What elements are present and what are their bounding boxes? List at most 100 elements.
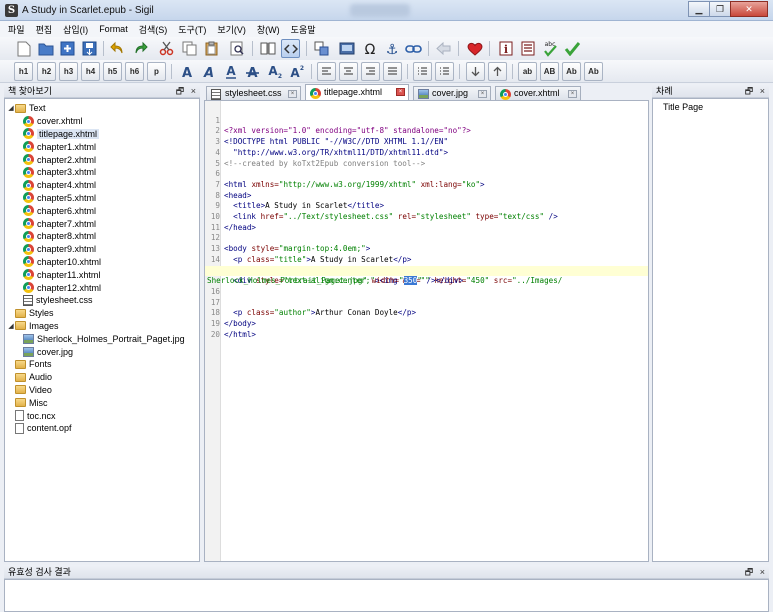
subscript-button[interactable]: A2 [265, 62, 284, 81]
tree-file[interactable]: chapter2.xhtml [5, 153, 199, 166]
new-file-button[interactable] [14, 39, 33, 58]
tree-file[interactable]: stylesheet.css [5, 294, 199, 307]
heading-3-button[interactable]: h3 [59, 62, 78, 81]
heading-5-button[interactable]: h5 [103, 62, 122, 81]
tree-file[interactable]: titlepage.xhtml [5, 128, 199, 141]
tree-file[interactable]: content.opf [5, 422, 199, 435]
tree-file[interactable]: chapter5.xhtml [5, 192, 199, 205]
tree-folder-video[interactable]: Video [5, 384, 199, 397]
tab-stylesheet-css[interactable]: stylesheet.css × [206, 86, 301, 100]
tree-file[interactable]: chapter6.xhtml [5, 204, 199, 217]
save-button[interactable] [80, 39, 99, 58]
tree-folder-text[interactable]: ◢ Text [5, 102, 199, 115]
tab-titlepage-xhtml[interactable]: titlepage.xhtml × [305, 84, 409, 100]
capitalize-button[interactable]: Ab [584, 62, 603, 81]
heading-1-button[interactable]: h1 [14, 62, 33, 81]
tree-file[interactable]: chapter10.xhtml [5, 256, 199, 269]
align-left-button[interactable] [317, 62, 336, 81]
underline-button[interactable]: A [221, 62, 240, 81]
tree-folder-audio[interactable]: Audio [5, 371, 199, 384]
align-center-button[interactable] [339, 62, 358, 81]
tree-file[interactable]: chapter8.xhtml [5, 230, 199, 243]
titlecase-button[interactable]: Ab [562, 62, 581, 81]
insert-special-char-button[interactable]: Ω [360, 39, 379, 58]
tab-cover-xhtml[interactable]: cover.xhtml × [495, 86, 581, 100]
heading-2-button[interactable]: h2 [37, 62, 56, 81]
tree-file[interactable]: cover.jpg [5, 345, 199, 358]
tree-file[interactable]: chapter11.xhtml [5, 268, 199, 281]
close-panel-button[interactable]: × [760, 567, 765, 577]
open-button[interactable] [36, 39, 55, 58]
menu-help[interactable]: 도움말 [291, 23, 316, 36]
tree-file[interactable]: chapter7.xhtml [5, 217, 199, 230]
find-button[interactable] [228, 39, 247, 58]
close-panel-button[interactable]: × [760, 86, 765, 96]
expand-triangle-icon[interactable]: ◢ [7, 322, 15, 330]
ordered-list-button[interactable] [435, 62, 454, 81]
insert-image-button[interactable] [337, 39, 356, 58]
expand-triangle-icon[interactable]: ◢ [7, 104, 15, 112]
tree-file[interactable]: cover.xhtml [5, 115, 199, 128]
heading-6-button[interactable]: h6 [125, 62, 144, 81]
unordered-list-button[interactable] [413, 62, 432, 81]
menu-insert[interactable]: 삽입(I) [63, 23, 88, 36]
lowercase-button[interactable]: ab [518, 62, 537, 81]
paste-button[interactable] [202, 39, 221, 58]
tree-file[interactable]: Sherlock_Holmes_Portrait_Paget.jpg [5, 332, 199, 345]
heading-4-button[interactable]: h4 [81, 62, 100, 81]
donate-button[interactable] [465, 39, 484, 58]
decrease-indent-button[interactable] [466, 62, 485, 81]
paragraph-button[interactable]: p [147, 62, 166, 81]
tree-file[interactable]: chapter4.xhtml [5, 179, 199, 192]
close-button[interactable]: ✕ [730, 1, 768, 17]
tree-file[interactable]: chapter1.xhtml [5, 140, 199, 153]
bold-button[interactable]: A [177, 62, 196, 81]
tree-folder-fonts[interactable]: Fonts [5, 358, 199, 371]
spellcheck-button[interactable]: abc [540, 39, 559, 58]
book-view-button[interactable] [258, 39, 277, 58]
minimize-button[interactable]: ▁ [688, 1, 710, 17]
tree-folder-styles[interactable]: Styles [5, 307, 199, 320]
add-file-button[interactable] [58, 39, 77, 58]
italic-button[interactable]: A [199, 62, 218, 81]
code-view-button[interactable] [281, 39, 300, 58]
tree-file[interactable]: toc.ncx [5, 409, 199, 422]
menu-edit[interactable]: 편집 [36, 23, 53, 36]
uppercase-button[interactable]: AB [540, 62, 559, 81]
maximize-button[interactable]: ❐ [709, 1, 731, 17]
close-tab-button[interactable]: × [288, 90, 297, 98]
close-tab-button[interactable]: × [396, 88, 405, 96]
float-panel-button[interactable]: 🗗 [745, 86, 753, 96]
go-back-button[interactable] [434, 39, 453, 58]
float-panel-button[interactable]: 🗗 [176, 86, 184, 96]
align-right-button[interactable] [361, 62, 380, 81]
float-panel-button[interactable]: 🗗 [745, 567, 753, 577]
menu-search[interactable]: 검색(S) [139, 23, 168, 36]
split-button[interactable] [312, 39, 331, 58]
insert-anchor-button[interactable]: ⚓ [382, 39, 401, 58]
tree-folder-misc[interactable]: Misc [5, 396, 199, 409]
toc-item[interactable]: Title Page [663, 102, 768, 112]
justify-button[interactable] [383, 62, 402, 81]
undo-button[interactable] [108, 39, 127, 58]
tab-cover-jpg[interactable]: cover.jpg × [413, 86, 491, 100]
menu-view[interactable]: 보기(V) [217, 23, 246, 36]
tree-folder-images[interactable]: ◢ Images [5, 320, 199, 333]
insert-link-button[interactable] [404, 39, 423, 58]
code-editor[interactable]: 1 <?xml version="1.0" encoding="utf-8" s… [204, 100, 649, 562]
metadata-editor-button[interactable]: i [496, 39, 515, 58]
tree-file[interactable]: chapter3.xhtml [5, 166, 199, 179]
superscript-button[interactable]: A2 [287, 62, 306, 81]
strikethrough-button[interactable]: A [243, 62, 262, 81]
tree-file[interactable]: chapter12.xhtml [5, 281, 199, 294]
increase-indent-button[interactable] [488, 62, 507, 81]
menu-format[interactable]: Format [99, 24, 128, 34]
toc-editor-button[interactable] [518, 39, 537, 58]
copy-button[interactable] [180, 39, 199, 58]
tree-file[interactable]: chapter9.xhtml [5, 243, 199, 256]
close-tab-button[interactable]: × [478, 90, 487, 98]
menu-window[interactable]: 창(W) [257, 23, 280, 36]
menu-tools[interactable]: 도구(T) [178, 23, 206, 36]
close-tab-button[interactable]: × [568, 90, 577, 98]
cut-button[interactable] [157, 39, 176, 58]
